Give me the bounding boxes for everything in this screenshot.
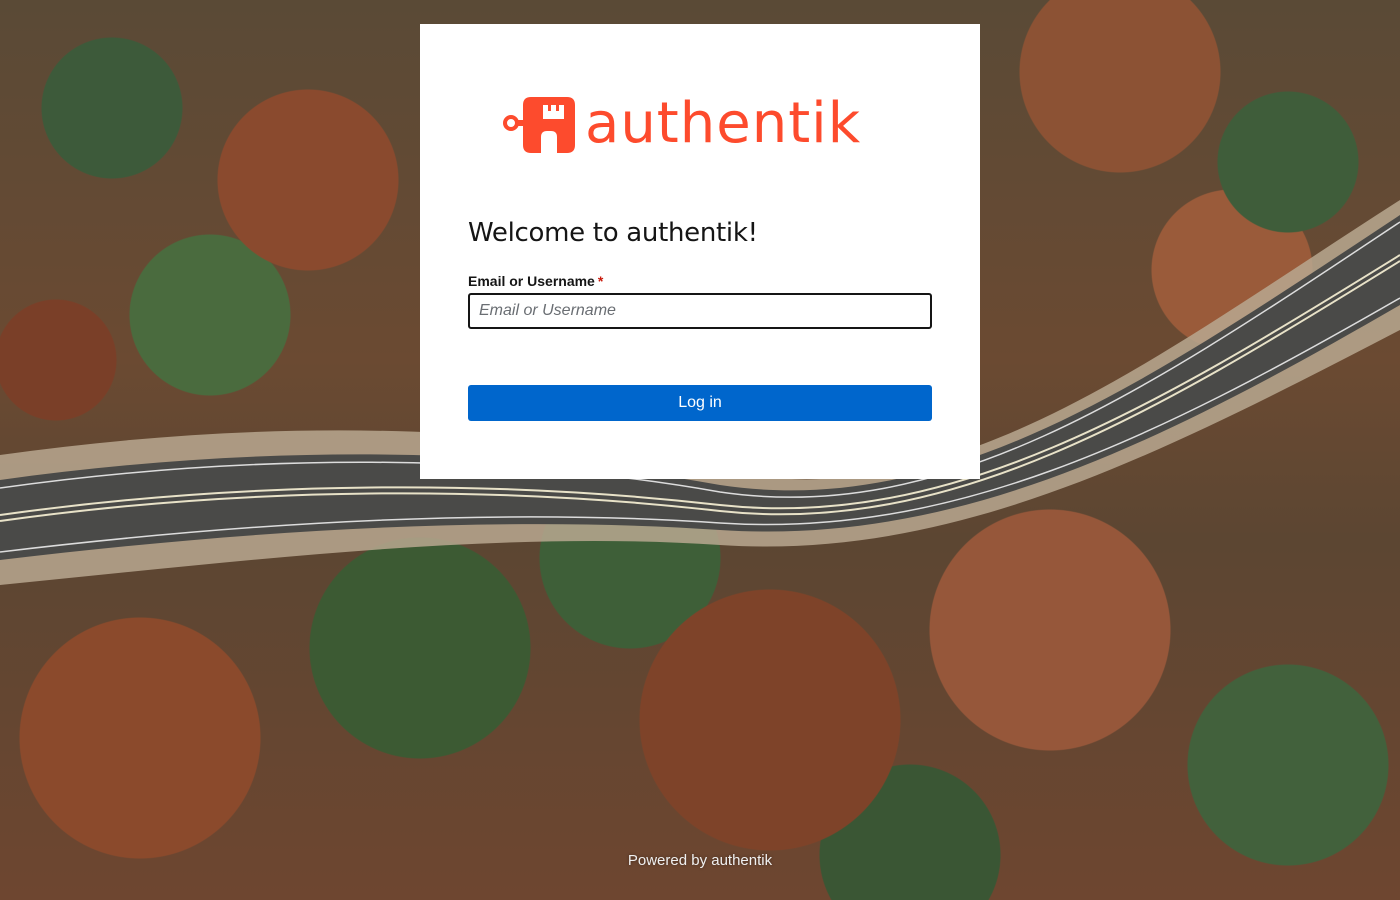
authentik-logo: authentik <box>503 92 903 156</box>
login-card: authentik Welcome to authentik! Email or… <box>420 24 980 479</box>
login-button[interactable]: Log in <box>468 385 932 421</box>
email-username-input[interactable] <box>468 293 932 329</box>
powered-by-footer[interactable]: Powered by authentik <box>0 852 1400 869</box>
field-label-text: Email or Username <box>468 273 595 289</box>
logo-wordmark: authentik <box>585 91 862 156</box>
authentik-logo-icon <box>503 97 575 153</box>
page-title: Welcome to authentik! <box>468 218 758 248</box>
email-username-label: Email or Username * <box>468 273 603 289</box>
required-indicator: * <box>597 273 604 289</box>
